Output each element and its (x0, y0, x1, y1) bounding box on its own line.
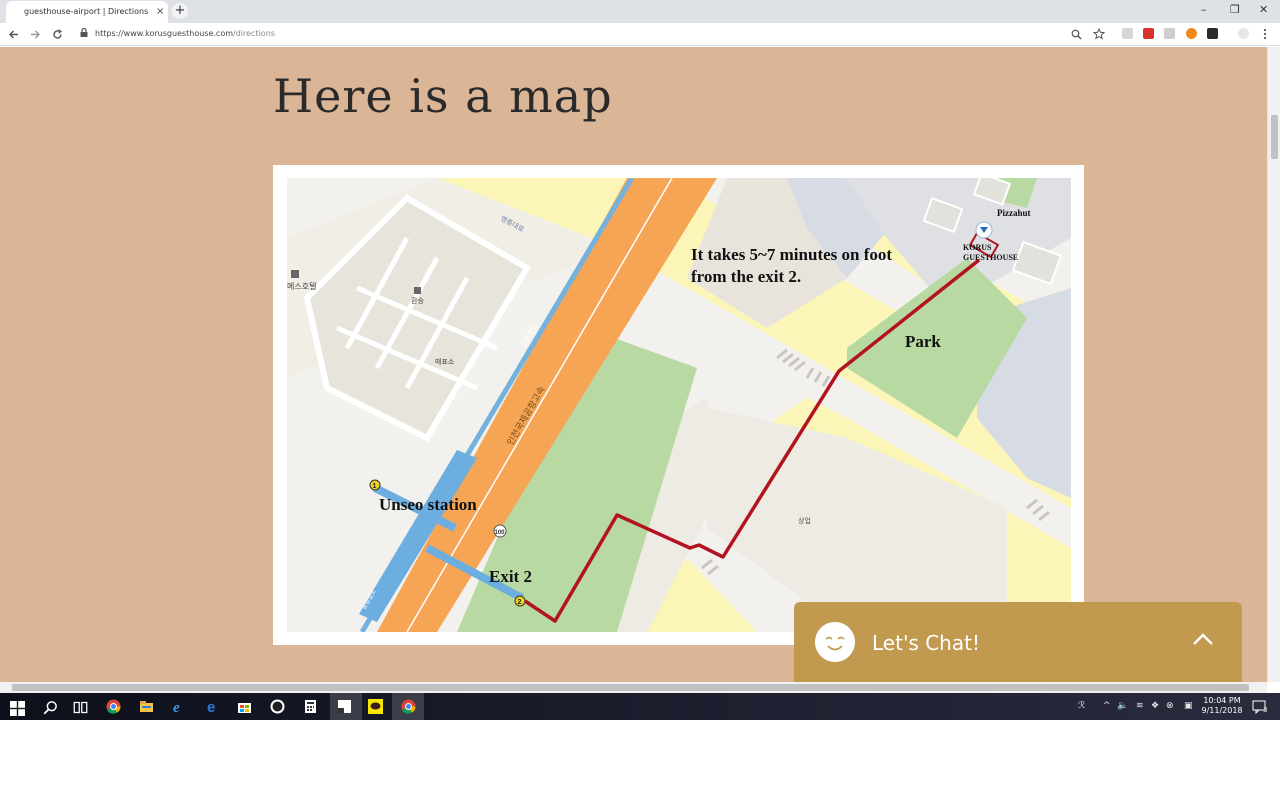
calculator-icon[interactable] (303, 699, 318, 714)
url-host: https://www.korusguesthouse.com (95, 29, 234, 38)
back-arrow-icon[interactable] (8, 29, 19, 40)
store-icon[interactable] (237, 699, 252, 714)
people-icon[interactable]: ℛ (1078, 701, 1085, 711)
svg-text:e: e (207, 699, 215, 714)
sticky-notes-icon[interactable] (337, 699, 352, 714)
close-window-button[interactable]: ✕ (1259, 3, 1268, 16)
address-bar[interactable]: https://www.korusguesthouse.com/directio… (95, 29, 275, 38)
vertical-scrollbar[interactable] (1267, 47, 1280, 682)
extension-icon[interactable] (1122, 28, 1133, 39)
directions-map: 1 2 100 메스호텔 환승 매표소 영종대로 공항철도 인천국제공항고속 공… (287, 178, 1071, 632)
volume-icon[interactable]: 🔈 (1117, 701, 1128, 711)
bookmark-star-icon[interactable] (1093, 28, 1105, 40)
smiley-icon (815, 622, 855, 662)
chat-widget[interactable]: Let's Chat! (794, 602, 1242, 682)
internet-explorer-icon[interactable]: e (172, 699, 187, 714)
system-clock[interactable]: 10:04 PM 9/11/2018 (1196, 696, 1248, 716)
horizontal-scrollbar[interactable] (0, 682, 1267, 693)
task-view-icon[interactable] (73, 700, 88, 715)
search-icon[interactable] (43, 700, 58, 715)
extension-gray-icon[interactable] (1164, 28, 1175, 39)
horizontal-scroll-thumb[interactable] (12, 684, 1249, 691)
guesthouse-label-line1: KORUS (963, 243, 992, 252)
station-label: Unseo station (379, 495, 477, 514)
wifi-icon[interactable]: ≋ (1136, 701, 1144, 711)
walk-time-note-line2: from the exit 2. (691, 267, 801, 286)
url-path: /directions (233, 29, 275, 38)
extension-orange-icon[interactable] (1186, 28, 1197, 39)
exit-2-label: Exit 2 (489, 567, 532, 586)
vertical-scroll-thumb[interactable] (1271, 115, 1278, 159)
pizzahut-label: Pizzahut (997, 208, 1031, 218)
file-explorer-icon[interactable] (139, 699, 154, 714)
screen: guesthouse-airport | Directions × + – ❐ … (0, 0, 1280, 720)
map-card: 1 2 100 메스호텔 환승 매표소 영종대로 공항철도 인천국제공항고속 공… (273, 165, 1084, 645)
chat-label: Let's Chat! (872, 631, 980, 655)
tray-app-icon[interactable]: ⊗ (1166, 701, 1174, 711)
chevron-up-icon[interactable] (1192, 632, 1214, 646)
tab-bar: guesthouse-airport | Directions × + – ❐ … (0, 0, 1280, 23)
reload-icon[interactable] (52, 29, 63, 40)
lock-icon (80, 28, 88, 37)
profile-icon[interactable] (1238, 28, 1249, 39)
extension-red-icon[interactable] (1143, 28, 1154, 39)
restore-button[interactable]: ❐ (1230, 3, 1240, 16)
page-content: Here is a map 1 2 100 메스호텔 환승 매표소 영종대로 공… (0, 47, 1267, 682)
hotel-icon (291, 270, 299, 278)
guesthouse-label-line2: GUESTHOUSE (963, 253, 1018, 262)
extension-dark-icon[interactable] (1207, 28, 1218, 39)
exit-2-number: 2 (518, 599, 522, 606)
ticket-office-label: 매표소 (435, 358, 455, 366)
browser-toolbar: https://www.korusguesthouse.com/directio… (0, 23, 1280, 46)
windows-taskbar: e e ℛ ^ 🔈 ≋ ❖ ⊗ ▣ 10:04 PM 9/11/2018 3 (0, 693, 1280, 720)
dropbox-icon[interactable]: ❖ (1151, 701, 1159, 711)
menu-dots-icon[interactable] (1263, 28, 1267, 40)
kakaotalk-icon[interactable] (368, 699, 383, 714)
notification-count-badge: 3 (1263, 706, 1268, 714)
commercial-label: 상업 (798, 516, 811, 525)
new-tab-button[interactable]: + (172, 3, 188, 19)
tab-title: guesthouse-airport | Directions (24, 7, 149, 16)
whatsapp-icon[interactable] (270, 699, 285, 714)
forward-arrow-icon[interactable] (30, 29, 41, 40)
browser-tab[interactable]: guesthouse-airport | Directions × (6, 1, 168, 23)
exit-1-number: 1 (373, 483, 377, 490)
clock-time: 10:04 PM (1203, 696, 1241, 705)
chrome-icon[interactable] (106, 699, 121, 714)
tray-expand-icon[interactable]: ^ (1103, 701, 1111, 711)
svg-text:e: e (173, 700, 180, 714)
hotel-label: 메스호텔 (287, 282, 316, 291)
transfer-label: 환승 (411, 296, 424, 305)
clock-date: 9/11/2018 (1201, 706, 1243, 715)
chrome-window-icon[interactable] (401, 699, 416, 714)
park-label: Park (905, 332, 941, 351)
tab-close-icon[interactable]: × (156, 6, 164, 17)
input-method-icon[interactable]: ▣ (1184, 701, 1193, 711)
windows-start-icon[interactable] (10, 701, 25, 716)
edge-icon[interactable]: e (205, 699, 220, 714)
page-heading: Here is a map (273, 69, 613, 123)
transfer-icon (414, 287, 421, 294)
zoom-icon[interactable] (1071, 29, 1082, 40)
route-number: 100 (495, 530, 506, 536)
minimize-button[interactable]: – (1201, 3, 1207, 16)
walk-time-note-line1: It takes 5~7 minutes on foot (691, 245, 892, 264)
